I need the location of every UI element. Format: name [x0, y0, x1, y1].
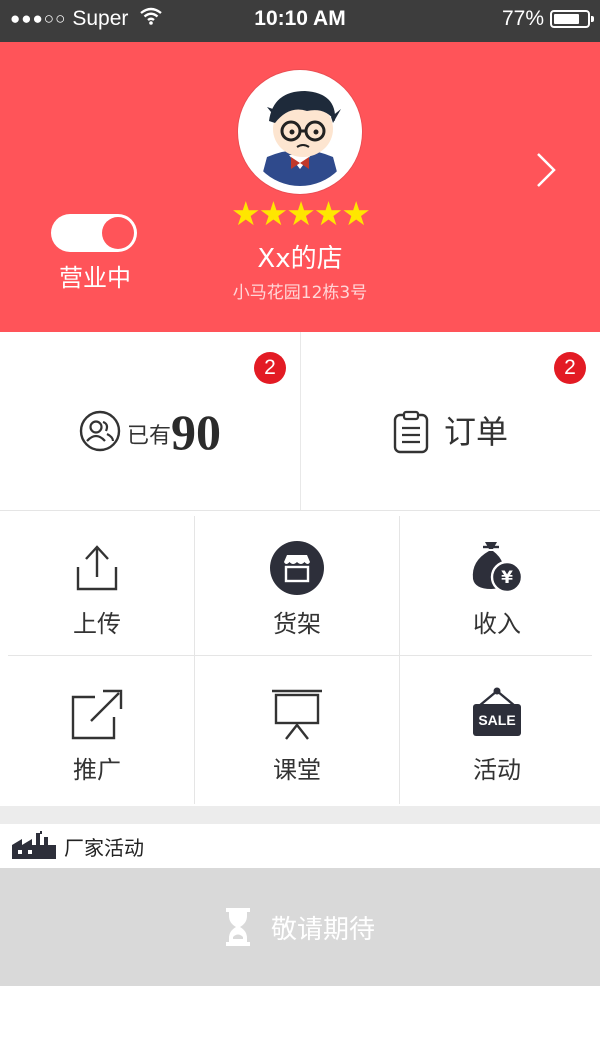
- grid-item-shelf[interactable]: 货架: [200, 512, 394, 658]
- customers-prefix: 已有: [126, 424, 171, 449]
- activity-label: 活动: [473, 756, 521, 784]
- chevron-right-icon[interactable]: [530, 150, 560, 190]
- orders-badge: 2: [554, 352, 586, 384]
- grid-item-upload[interactable]: 上传: [0, 512, 194, 658]
- toggle-knob: [102, 217, 134, 249]
- presentation-board-icon: [272, 689, 322, 740]
- share-external-icon: [71, 689, 123, 740]
- orders-label: 订单: [443, 413, 508, 451]
- sale-sign-text: SALE: [478, 712, 515, 728]
- income-label: 收入: [473, 610, 521, 638]
- customers-count: 90: [171, 404, 221, 460]
- svg-text:¥: ¥: [501, 568, 513, 588]
- grid-item-income[interactable]: ¥ 收入: [400, 512, 594, 658]
- factory-activity-header[interactable]: 厂家活动: [0, 824, 600, 868]
- shop-shelf-icon: [270, 541, 324, 595]
- customers-icon: [79, 410, 121, 452]
- customers-badge: 2: [254, 352, 286, 384]
- sale-sign-icon: SALE: [473, 687, 521, 736]
- factory-activity-label: 厂家活动: [64, 835, 144, 860]
- bottom-blank: [0, 986, 600, 1064]
- orders-stat[interactable]: 2 订单: [300, 332, 600, 510]
- coming-soon-label: 敬请期待: [270, 914, 375, 945]
- battery-fill: [554, 14, 579, 24]
- hourglass-icon: [225, 908, 250, 946]
- function-grid: 上传 货架 ¥ 收入 推广 课堂 SALE 活动: [0, 512, 600, 806]
- section-gap: [0, 806, 600, 824]
- grid-item-promote[interactable]: 推广: [0, 658, 194, 804]
- factory-icon: [12, 831, 56, 859]
- customers-stat[interactable]: 2 已有 90: [0, 332, 301, 510]
- orders-content: 订单: [300, 404, 600, 460]
- coming-soon-panel: 敬请期待: [0, 868, 600, 986]
- open-status-toggle[interactable]: [51, 214, 137, 252]
- upload-icon: [76, 545, 118, 591]
- status-right: 77%: [501, 7, 594, 31]
- stats-row: 2 已有 90 2 订单: [0, 332, 600, 511]
- customers-content: 已有 90: [0, 404, 300, 460]
- battery-icon: [550, 10, 594, 28]
- grid-item-activity[interactable]: SALE 活动: [400, 658, 594, 804]
- grid-item-classroom[interactable]: 课堂: [200, 658, 394, 804]
- upload-label: 上传: [73, 610, 121, 638]
- shop-header: ★★★★★ Xx的店 小马花园12栋3号 营业中: [0, 42, 600, 332]
- battery-percent: 77%: [501, 7, 544, 30]
- shelf-label: 货架: [273, 610, 321, 638]
- status-bar: ●●●○○ Super 10:10 AM 77%: [0, 0, 600, 42]
- shop-avatar[interactable]: [238, 70, 362, 194]
- grid-divider-v1: [194, 516, 195, 804]
- promote-label: 推广: [73, 756, 121, 784]
- money-bag-icon: ¥: [472, 542, 524, 594]
- clipboard-icon: [393, 410, 429, 454]
- classroom-label: 课堂: [273, 756, 321, 784]
- open-status-label: 营业中: [59, 264, 131, 292]
- avatar-cartoon-icon: [246, 78, 354, 186]
